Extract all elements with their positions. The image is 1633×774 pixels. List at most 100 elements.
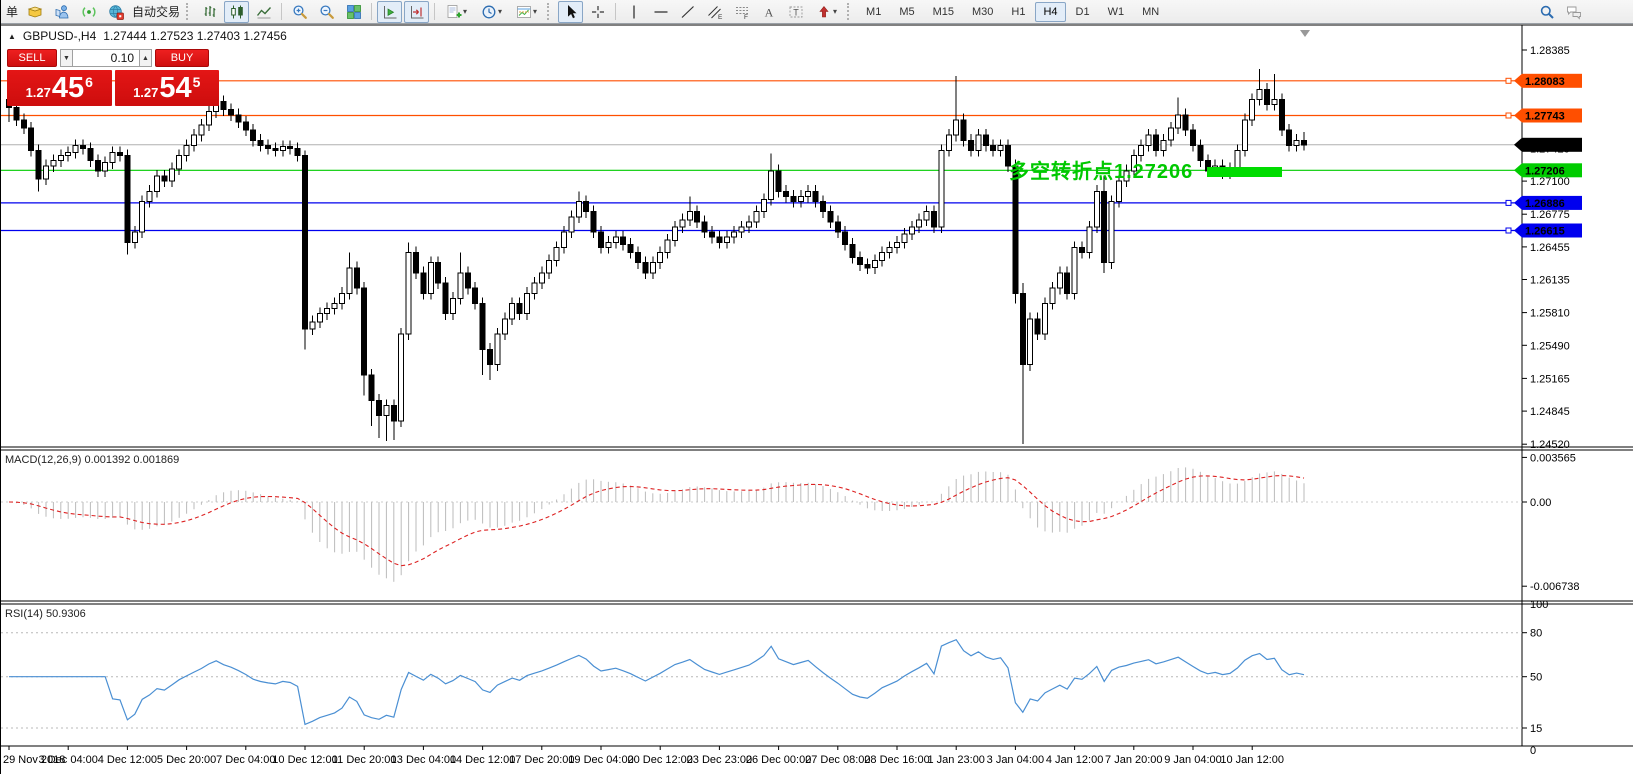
timeframe-d1-button[interactable]: D1 xyxy=(1068,2,1098,22)
volume-decrease-button[interactable]: ▼ xyxy=(60,49,73,67)
sell-price-box[interactable]: 1.27 45 6 xyxy=(7,70,112,106)
cursor-icon[interactable] xyxy=(558,1,583,23)
svg-text:23 Dec 23:00: 23 Dec 23:00 xyxy=(687,754,752,766)
terminal-window: 单自动交易▾▾▾EFAT▾M1M5M15M30H1H4D1W1MN 1.2838… xyxy=(0,0,1633,774)
buy-button[interactable]: BUY xyxy=(155,49,209,67)
chart-title: ▲ GBPUSD-,H4 1.27444 1.27523 1.27403 1.2… xyxy=(8,29,287,43)
bar-chart-icon[interactable] xyxy=(197,1,222,23)
timeframe-h4-button[interactable]: H4 xyxy=(1035,2,1065,22)
signals-icon[interactable] xyxy=(76,1,101,23)
svg-text:A: A xyxy=(764,5,773,19)
templates-icon[interactable]: ▾ xyxy=(510,1,543,23)
price-badge: 1.27456 xyxy=(1514,138,1582,152)
price-badge: 1.27743 xyxy=(1514,109,1582,123)
timeframe-mn-button[interactable]: MN xyxy=(1134,2,1167,22)
volume-input[interactable] xyxy=(73,49,139,67)
svg-text:1.27743: 1.27743 xyxy=(1525,111,1565,123)
chart-shift-marker[interactable] xyxy=(1300,30,1310,37)
add-indicator-icon[interactable]: ▾ xyxy=(440,1,473,23)
buy-price-point: 5 xyxy=(193,74,201,90)
svg-text:1.27100: 1.27100 xyxy=(1530,176,1570,188)
periods-icon[interactable]: ▾ xyxy=(475,1,508,23)
svg-text:1.26615: 1.26615 xyxy=(1525,226,1565,238)
timeframe-m30-button[interactable]: M30 xyxy=(964,2,1001,22)
timeframe-w1-button[interactable]: W1 xyxy=(1100,2,1133,22)
timeframe-m5-button[interactable]: M5 xyxy=(891,2,922,22)
svg-text:1 Jan 23:00: 1 Jan 23:00 xyxy=(927,754,985,766)
market-watch-icon[interactable] xyxy=(22,1,47,23)
chart-shift-icon[interactable] xyxy=(404,1,429,23)
rsi-axis[interactable]: 1008050150 xyxy=(1522,599,1548,757)
search-icon[interactable] xyxy=(1534,1,1559,23)
svg-text:50: 50 xyxy=(1530,672,1542,684)
svg-text:13 Dec 04:00: 13 Dec 04:00 xyxy=(391,754,456,766)
svg-text:15: 15 xyxy=(1530,723,1542,735)
text-icon[interactable]: A xyxy=(756,1,781,23)
svg-text:T: T xyxy=(793,7,799,17)
line-chart-icon[interactable] xyxy=(251,1,276,23)
sell-price-main: 45 xyxy=(52,75,84,102)
ohlc-values: 1.27444 1.27523 1.27403 1.27456 xyxy=(103,29,287,43)
collapse-panel-icon[interactable]: ▲ xyxy=(8,32,16,41)
toolbar-grip xyxy=(847,3,852,20)
timeframe-m15-button[interactable]: M15 xyxy=(925,2,962,22)
buy-price-prefix: 1.27 xyxy=(133,85,158,100)
svg-text:26 Dec 00:00: 26 Dec 00:00 xyxy=(746,754,811,766)
macd-axis[interactable]: 0.0035650.00-0.006738 xyxy=(1522,452,1580,593)
svg-text:1.25165: 1.25165 xyxy=(1530,373,1570,385)
zoom-out-icon[interactable] xyxy=(314,1,339,23)
fibonacci-icon[interactable]: F xyxy=(729,1,754,23)
mql-community-icon[interactable] xyxy=(49,1,74,23)
vertical-line-icon[interactable] xyxy=(621,1,646,23)
trendline-icon[interactable] xyxy=(675,1,700,23)
svg-text:10 Dec 12:00: 10 Dec 12:00 xyxy=(272,754,337,766)
arrows-icon[interactable]: ▾ xyxy=(810,1,843,23)
svg-text:11 Dec 20:00: 11 Dec 20:00 xyxy=(332,754,397,766)
horizontal-line-icon[interactable] xyxy=(648,1,673,23)
time-axis[interactable]: 29 Nov 20183 Dec 04:004 Dec 12:005 Dec 2… xyxy=(3,746,1284,766)
chart-window[interactable]: 1.283851.280601.277401.274201.271001.267… xyxy=(1,24,1633,774)
svg-text:1.27456: 1.27456 xyxy=(1525,140,1565,152)
tile-windows-icon[interactable] xyxy=(341,1,366,23)
svg-text:1.28385: 1.28385 xyxy=(1530,45,1570,57)
candlesticks xyxy=(7,69,1307,444)
svg-text:1.26455: 1.26455 xyxy=(1530,242,1570,254)
auto-scroll-icon[interactable] xyxy=(377,1,402,23)
toolbar-separator xyxy=(281,3,282,20)
text-label-icon[interactable]: T xyxy=(783,1,808,23)
new-order-label: 单 xyxy=(3,3,21,20)
buy-price-box[interactable]: 1.27 54 5 xyxy=(115,70,220,106)
svg-text:1.24845: 1.24845 xyxy=(1530,406,1570,418)
svg-text:9 Jan 04:00: 9 Jan 04:00 xyxy=(1164,754,1222,766)
macd-indicator-label: MACD(12,26,9) 0.001392 0.001869 xyxy=(5,454,179,466)
zoom-in-icon[interactable] xyxy=(287,1,312,23)
svg-text:1.24520: 1.24520 xyxy=(1530,439,1570,451)
hline-handles[interactable] xyxy=(1506,78,1511,233)
svg-text:E: E xyxy=(718,14,723,20)
svg-text:1.28083: 1.28083 xyxy=(1525,76,1565,88)
svg-text:1.25490: 1.25490 xyxy=(1530,340,1570,352)
price-axis[interactable]: 1.283851.280601.277401.274201.271001.267… xyxy=(1522,45,1570,451)
svg-text:4 Jan 12:00: 4 Jan 12:00 xyxy=(1046,754,1104,766)
price-badge: 1.26886 xyxy=(1514,196,1582,210)
timeframe-h1-button[interactable]: H1 xyxy=(1003,2,1033,22)
svg-text:0.003565: 0.003565 xyxy=(1530,452,1576,464)
chat-icon[interactable] xyxy=(1561,1,1586,23)
svg-text:27 Dec 08:00: 27 Dec 08:00 xyxy=(805,754,870,766)
autotrade-icon[interactable] xyxy=(103,1,128,23)
price-badge: 1.28083 xyxy=(1514,74,1582,88)
pivot-highlight-rectangle[interactable] xyxy=(1207,167,1282,177)
macd-histogram xyxy=(9,467,1304,581)
toolbar-separator xyxy=(615,3,616,20)
chart-canvas[interactable]: 1.283851.280601.277401.274201.271001.267… xyxy=(1,24,1633,774)
price-badge: 1.26615 xyxy=(1514,224,1582,238)
sell-button[interactable]: SELL xyxy=(7,49,57,67)
svg-text:F: F xyxy=(744,14,748,20)
equidistant-channel-icon[interactable]: E xyxy=(702,1,727,23)
candlestick-icon[interactable] xyxy=(224,1,249,23)
crosshair-icon[interactable] xyxy=(585,1,610,23)
svg-text:14 Dec 12:00: 14 Dec 12:00 xyxy=(450,754,515,766)
timeframe-m1-button[interactable]: M1 xyxy=(858,2,889,22)
svg-text:19 Dec 04:00: 19 Dec 04:00 xyxy=(568,754,633,766)
volume-increase-button[interactable]: ▲ xyxy=(139,49,152,67)
